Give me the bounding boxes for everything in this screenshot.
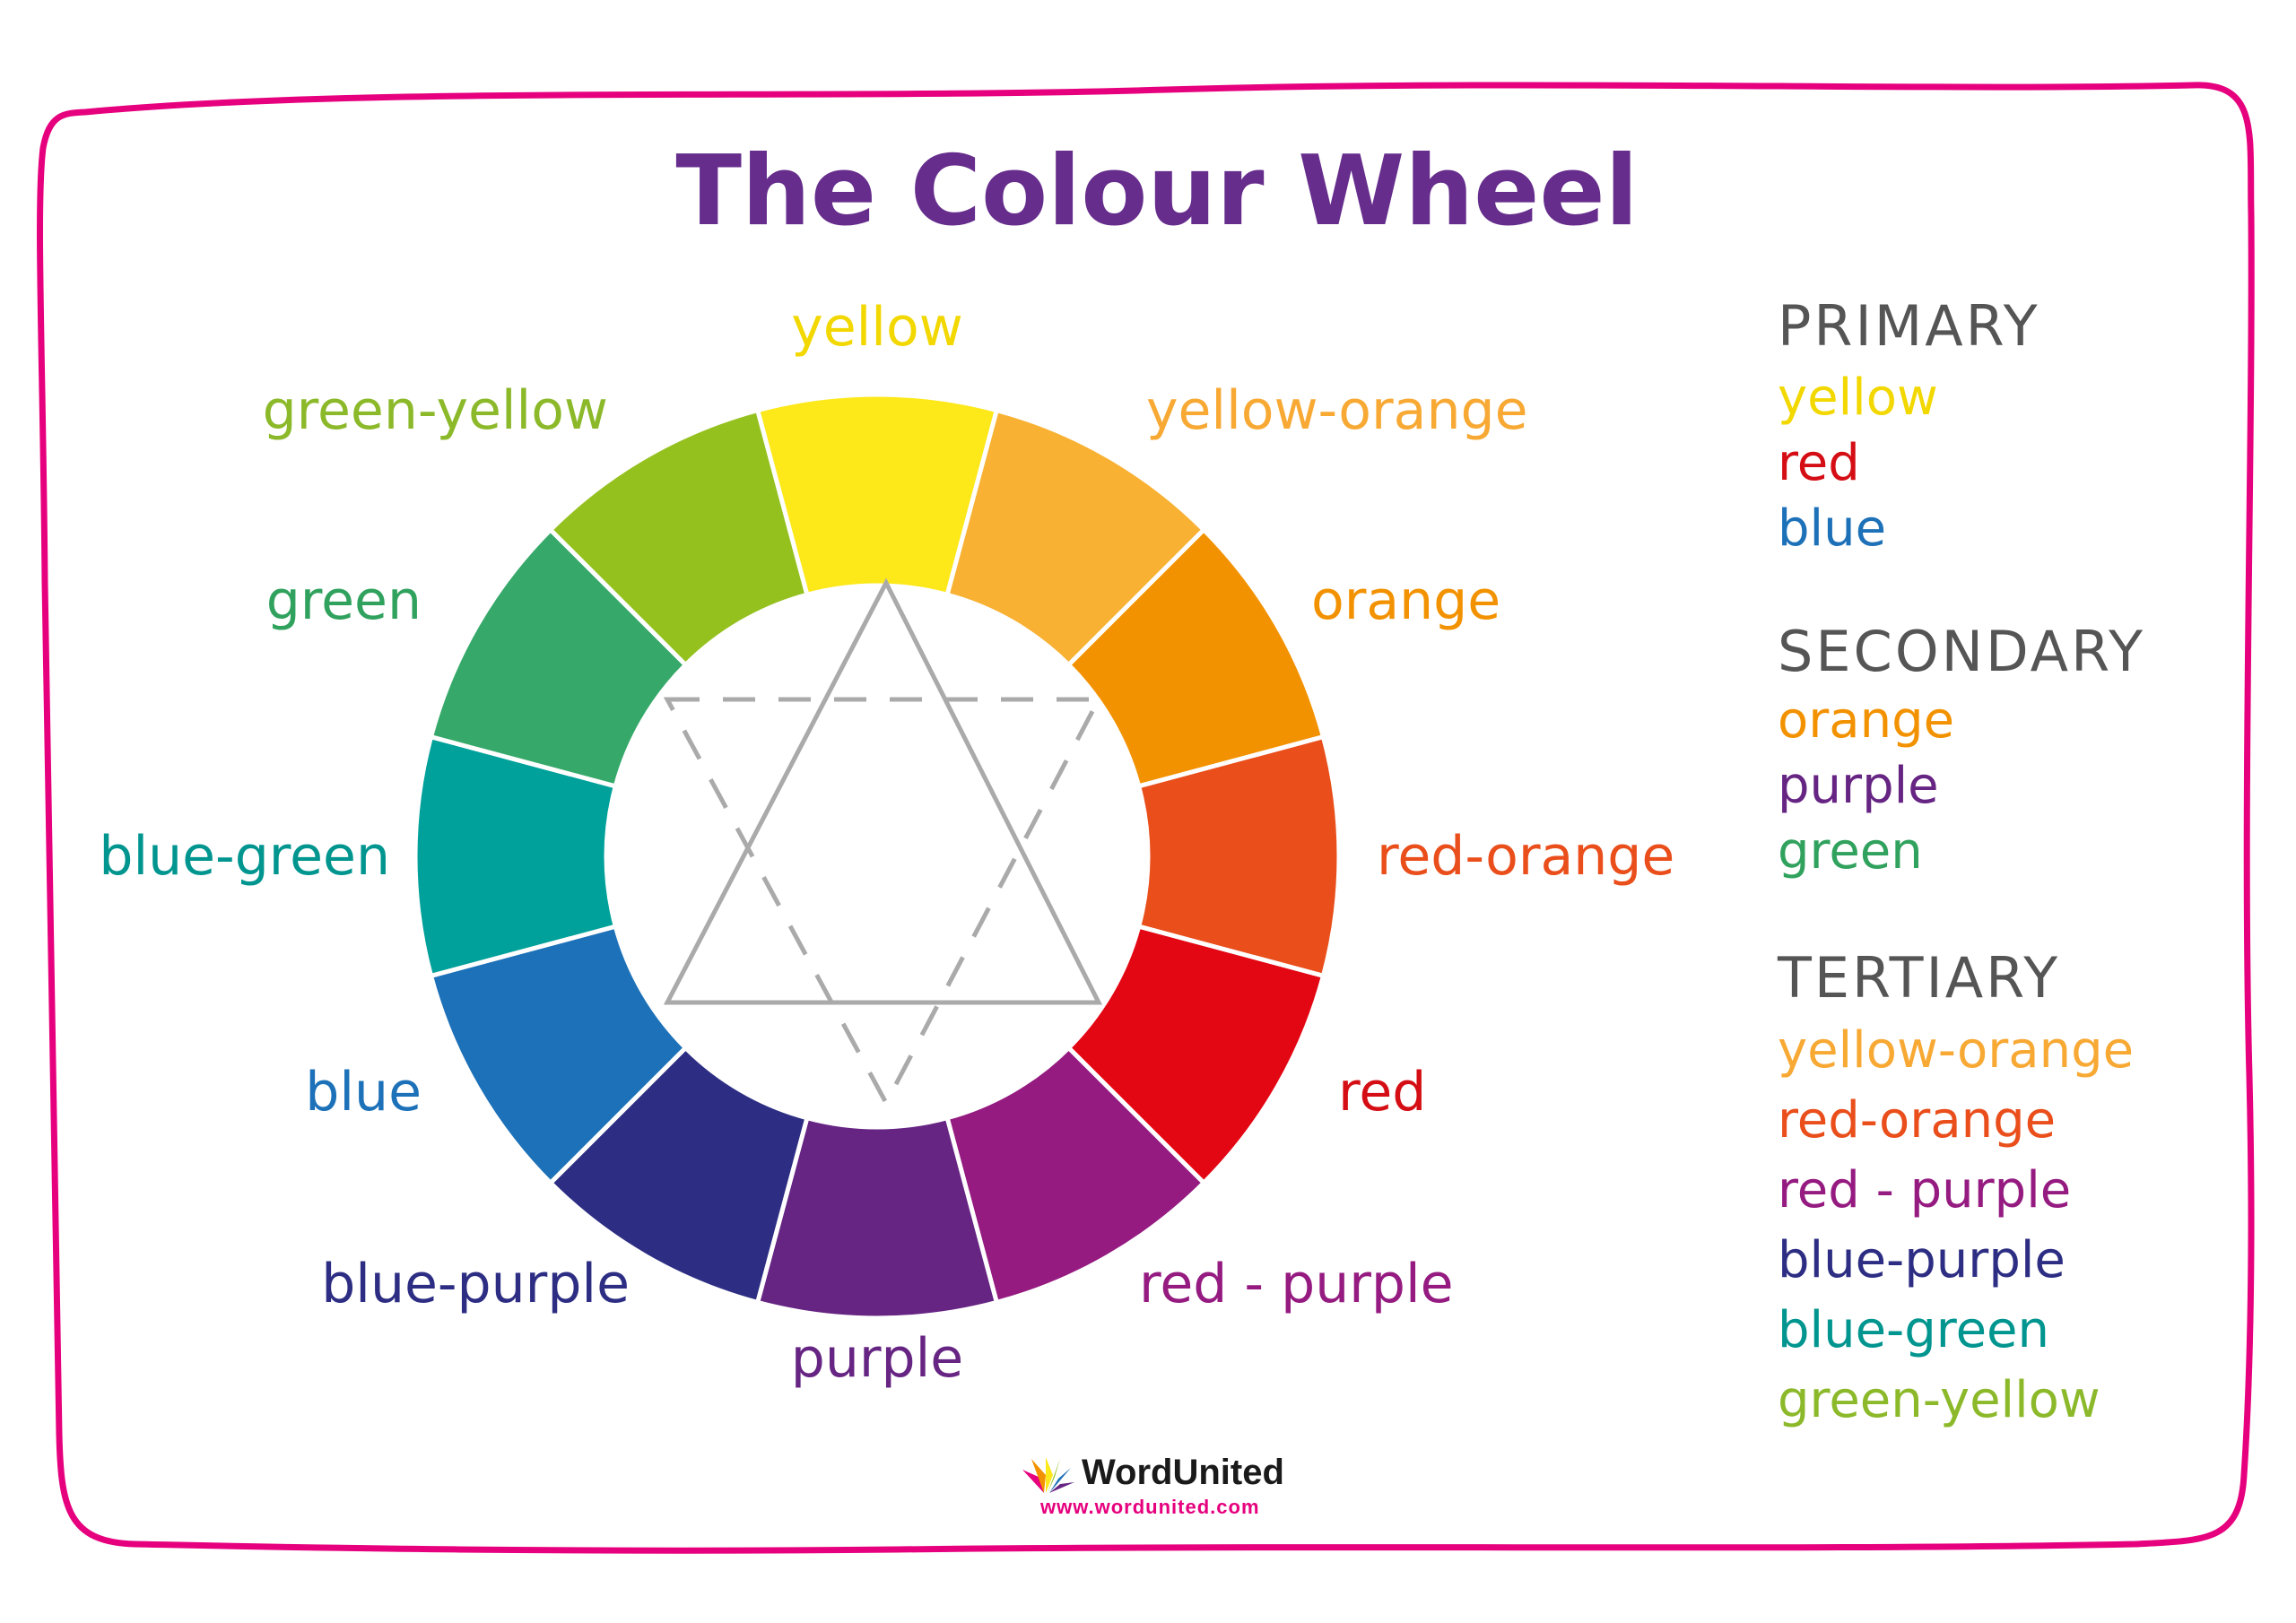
brand-name: WordUnited	[1082, 1453, 1284, 1492]
legend-item: red - purple	[1778, 1161, 2071, 1219]
legend-item: blue-purple	[1778, 1231, 2066, 1289]
legend-item: yellow-orange	[1778, 1021, 2134, 1080]
wheel-label-green: green	[266, 569, 422, 632]
wheel-label-green-yellow: green-yellow	[263, 379, 608, 442]
wheel-label-red: red	[1338, 1061, 1426, 1124]
legend-item: purple	[1778, 757, 1939, 815]
legend-item: orange	[1778, 691, 1954, 750]
wheel-label-red-purple: red - purple	[1139, 1253, 1454, 1315]
dashed-triangle-guide	[663, 697, 1103, 1108]
solid-triangle-guide	[663, 577, 1103, 1005]
legend-heading-secondary: SECONDARY	[1778, 619, 2145, 684]
legend-heading-primary: PRIMARY	[1778, 293, 2040, 359]
brand-url: www.wordunited.com	[1039, 1496, 1260, 1518]
legend-heading-tertiary: TERTIARY	[1777, 945, 2060, 1011]
brand-footer: WordUnited www.wordunited.com	[1022, 1453, 1284, 1518]
wheel-label-red-orange: red-orange	[1377, 825, 1674, 888]
legend-item: blue	[1778, 499, 1886, 558]
book-fan-icon	[1022, 1457, 1074, 1493]
legend-item: yellow	[1778, 369, 1938, 427]
legend-item: red	[1778, 434, 1860, 492]
legend-item: red-orange	[1778, 1091, 2056, 1150]
legend-item: blue-green	[1778, 1301, 2049, 1359]
wheel-label-purple: purple	[791, 1327, 963, 1390]
wheel-label-yellow-orange: yellow-orange	[1146, 379, 1527, 442]
page-title: The Colour Wheel	[675, 135, 1638, 247]
colour-wheel-poster: The Colour Wheel yellow yellow-orange or…	[37, 82, 2255, 1554]
wheel-label-blue-purple: blue-purple	[321, 1253, 630, 1315]
wheel-label-yellow: yellow	[791, 296, 963, 359]
wheel-label-blue: blue	[305, 1061, 422, 1124]
colour-wheel	[413, 392, 1342, 1321]
legend-item: green	[1778, 822, 1923, 881]
legend: PRIMARY yellow red blue SECONDARY orange…	[1777, 293, 2145, 1429]
wheel-label-blue-green: blue-green	[99, 825, 390, 888]
legend-item: green-yellow	[1778, 1371, 2100, 1429]
hexagram-guides	[663, 577, 1103, 1108]
wheel-label-orange: orange	[1311, 569, 1500, 632]
